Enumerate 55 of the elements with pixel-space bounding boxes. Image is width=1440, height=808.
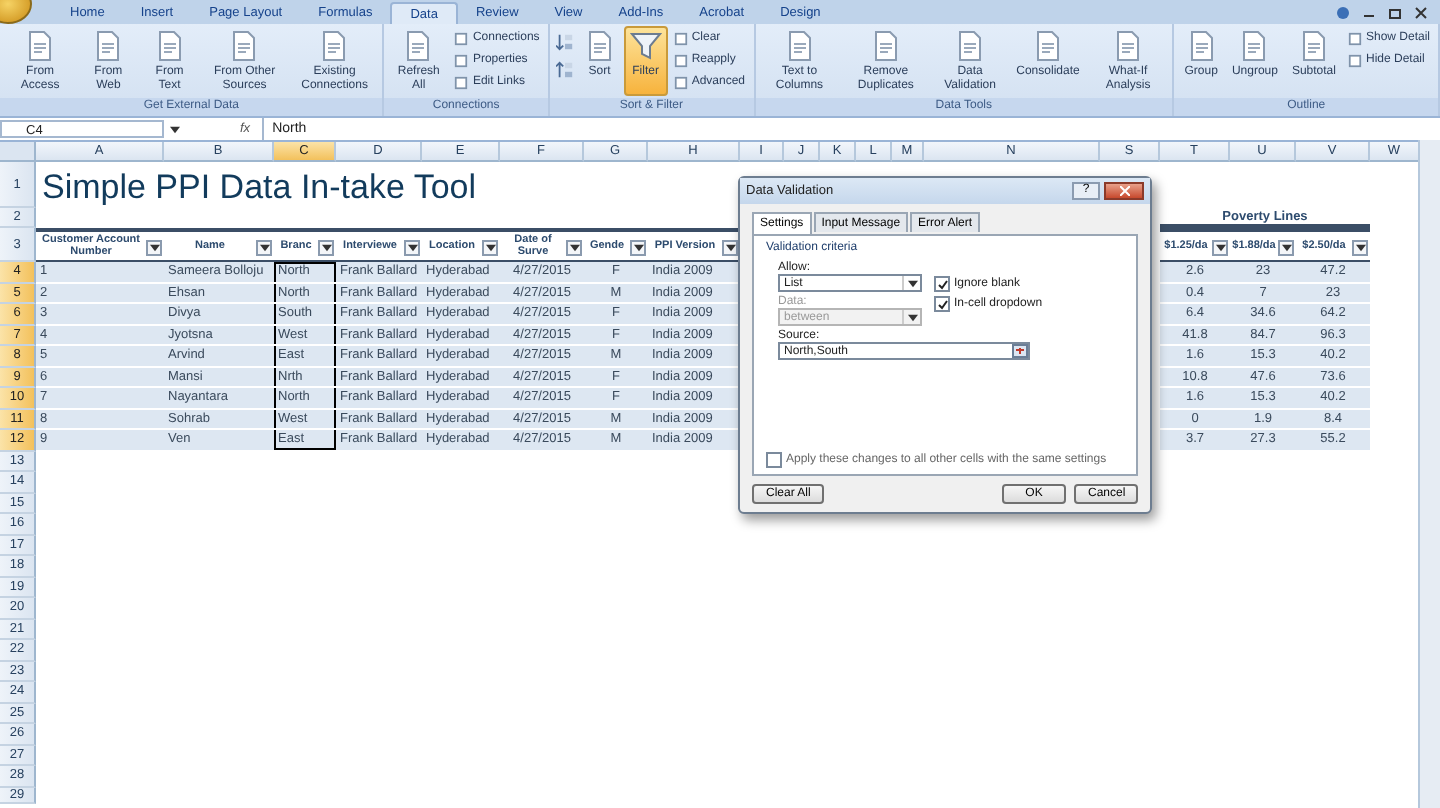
dropdown-arrow-icon (170, 125, 180, 133)
sheet-title: Simple PPI Data In-take Tool (42, 168, 477, 208)
document-icon (228, 30, 261, 62)
scrollbar[interactable] (1418, 140, 1440, 808)
close-icon[interactable] (1414, 5, 1428, 19)
dropdown-arrow-icon (725, 244, 735, 252)
filter-dropdown-button[interactable] (318, 240, 334, 256)
dropdown-arrow-icon (321, 244, 331, 252)
document-icon (92, 30, 125, 62)
dropdown-arrow-icon (569, 244, 579, 252)
filter-dropdown-button[interactable] (146, 240, 162, 256)
document-icon (869, 30, 902, 62)
document-icon (783, 30, 816, 62)
help-icon[interactable] (1336, 5, 1350, 19)
document-icon (583, 30, 616, 62)
filter-dropdown-button[interactable] (1352, 240, 1368, 256)
document-icon (1238, 30, 1271, 62)
checkbox[interactable] (934, 276, 950, 292)
filter-dropdown-button[interactable] (482, 240, 498, 256)
document-icon (24, 30, 57, 62)
filter-dropdown-button[interactable] (1278, 240, 1294, 256)
checkbox[interactable] (934, 296, 950, 312)
document-icon (1297, 30, 1330, 62)
filter-dropdown-button[interactable] (404, 240, 420, 256)
close-icon (1119, 186, 1129, 196)
dropdown-arrow-icon (907, 313, 917, 321)
filter-dropdown-button[interactable] (722, 240, 738, 256)
dropdown-arrow-icon (907, 279, 917, 287)
funnel-icon (629, 30, 662, 62)
dropdown-arrow-icon (149, 244, 159, 252)
checkbox[interactable] (766, 452, 782, 468)
dropdown-arrow-icon (1215, 244, 1225, 252)
document-icon (954, 30, 987, 62)
document-icon (1185, 30, 1218, 62)
dropdown-arrow-icon (633, 244, 643, 252)
sort-button[interactable] (553, 56, 576, 82)
filter-dropdown-button[interactable] (630, 240, 646, 256)
dropdown-arrow-icon (259, 244, 269, 252)
restore-icon[interactable] (1388, 5, 1402, 19)
filter-dropdown-button[interactable] (566, 240, 582, 256)
document-icon (153, 30, 186, 62)
range-picker-icon (1012, 344, 1028, 358)
dropdown-arrow-icon (1281, 244, 1291, 252)
document-icon (1031, 30, 1064, 62)
dropdown-arrow-icon (1355, 244, 1365, 252)
filter-dropdown-button[interactable] (256, 240, 272, 256)
close-button[interactable] (1104, 182, 1144, 200)
dropdown-arrow-icon (407, 244, 417, 252)
document-icon (402, 30, 435, 62)
filter-dropdown-button[interactable] (1212, 240, 1228, 256)
sort-icon (555, 31, 574, 51)
document-icon (1112, 30, 1145, 62)
sort-icon (555, 59, 574, 79)
dropdown-arrow-icon (485, 244, 495, 252)
document-icon (318, 30, 351, 62)
